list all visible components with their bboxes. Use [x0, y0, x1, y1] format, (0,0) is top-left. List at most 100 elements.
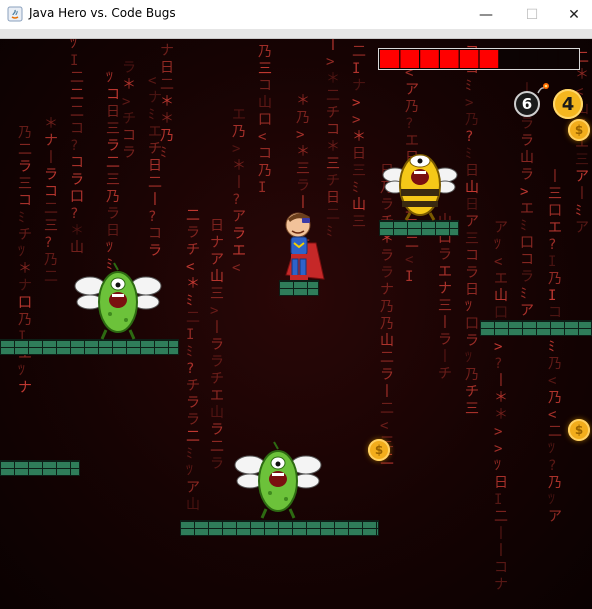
- svg-text:I: I: [70, 53, 78, 69]
- svg-text:ﾐ: ﾐ: [18, 210, 25, 226]
- svg-text:ラ: ラ: [438, 332, 452, 348]
- svg-text:>: >: [122, 94, 130, 110]
- svg-text:ラ: ラ: [520, 167, 534, 183]
- svg-text:ラ: ラ: [296, 178, 310, 194]
- svg-text:>: >: [494, 339, 502, 355]
- maximize-button[interactable]: ☐: [509, 0, 555, 29]
- svg-text:ﾐ: ﾐ: [352, 180, 359, 196]
- svg-text:乃: 乃: [296, 110, 310, 126]
- svg-text:?: ?: [70, 206, 78, 222]
- platform: [180, 520, 379, 536]
- svg-text:山: 山: [258, 95, 272, 111]
- svg-text:日: 日: [106, 104, 120, 120]
- svg-text:ラ: ラ: [70, 172, 84, 188]
- svg-text:ラ: ラ: [380, 248, 394, 264]
- svg-text:エ: エ: [210, 388, 224, 404]
- svg-text:口: 口: [494, 305, 508, 321]
- svg-text:ナ: ナ: [210, 235, 224, 251]
- svg-text:ラ: ラ: [210, 422, 224, 438]
- svg-text:山: 山: [494, 288, 508, 304]
- window-frame-strip: [0, 29, 592, 39]
- svg-text:ﾂ: ﾂ: [548, 441, 555, 457]
- svg-text:山: 山: [520, 150, 534, 166]
- svg-text:丨: 丨: [326, 39, 340, 53]
- svg-text:エ: エ: [438, 264, 452, 280]
- svg-text:日: 日: [210, 218, 224, 234]
- svg-text:ラ: ラ: [122, 60, 136, 76]
- svg-text:チ: チ: [18, 227, 32, 243]
- green-bug-enemy: [74, 262, 162, 340]
- svg-text:ラ: ラ: [520, 133, 534, 149]
- svg-text:ﾐ: ﾐ: [186, 446, 193, 462]
- svg-text:ﾂ: ﾂ: [106, 240, 113, 256]
- svg-text:乃: 乃: [18, 125, 32, 141]
- svg-text:乃: 乃: [548, 475, 562, 491]
- svg-text:日: 日: [352, 146, 366, 162]
- svg-text:ナ: ナ: [380, 282, 394, 298]
- svg-text:＊: ＊: [326, 139, 340, 155]
- game-canvas[interactable]: 乃二ラ三コﾐチﾂ＊ナ口乃Iエﾂナ＊ナ丨ラコ二三?乃二ﾂI二二二コ?コラ口?＊山ﾂ…: [0, 39, 592, 609]
- close-button[interactable]: ✕: [551, 0, 592, 29]
- svg-text:<: <: [548, 373, 556, 389]
- svg-text:ラ: ラ: [18, 159, 32, 175]
- svg-text:丨: 丨: [494, 526, 508, 542]
- svg-text:I: I: [548, 288, 556, 304]
- svg-text:丨: 丨: [548, 169, 562, 185]
- svg-text:コ: コ: [326, 122, 340, 138]
- coin: $: [568, 419, 590, 441]
- svg-text:<: <: [494, 254, 502, 270]
- svg-text:二: 二: [380, 350, 394, 366]
- svg-text:ﾂ: ﾂ: [18, 363, 25, 379]
- svg-text:口: 口: [465, 316, 479, 332]
- svg-text:乃: 乃: [232, 124, 246, 140]
- svg-text:I: I: [494, 492, 502, 508]
- svg-text:?: ?: [465, 129, 473, 145]
- minimize-button[interactable]: —: [463, 0, 509, 29]
- svg-text:ﾂ: ﾂ: [70, 39, 77, 52]
- svg-text:>: >: [210, 303, 218, 319]
- svg-text:?: ?: [70, 138, 78, 154]
- svg-text:ﾂ: ﾂ: [465, 299, 472, 315]
- svg-text:ﾂ: ﾂ: [465, 350, 472, 366]
- svg-text:口: 口: [258, 112, 272, 128]
- svg-text:日: 日: [160, 60, 174, 76]
- svg-text:<: <: [380, 418, 388, 434]
- svg-text:ナ: ナ: [18, 278, 32, 294]
- svg-text:ラ: ラ: [186, 225, 200, 241]
- svg-text:ﾐ: ﾐ: [575, 203, 582, 219]
- svg-text:＊: ＊: [352, 129, 366, 145]
- svg-text:二: 二: [106, 155, 120, 171]
- svg-text:二: 二: [44, 201, 58, 217]
- svg-text:三: 三: [18, 176, 32, 192]
- svg-text:三: 三: [44, 218, 58, 234]
- svg-text:山: 山: [210, 269, 224, 285]
- svg-text:>: >: [232, 141, 240, 157]
- svg-text:コ: コ: [122, 128, 136, 144]
- svg-text:ラ: ラ: [210, 337, 224, 353]
- svg-text:山: 山: [380, 333, 394, 349]
- svg-text:二: 二: [380, 401, 394, 417]
- svg-text:ﾐ: ﾐ: [148, 107, 155, 123]
- svg-text:?: ?: [232, 192, 240, 208]
- svg-text:ﾐ: ﾐ: [160, 145, 167, 161]
- svg-text:<: <: [186, 259, 194, 275]
- svg-text:コ: コ: [258, 146, 272, 162]
- svg-text:山: 山: [210, 405, 224, 421]
- svg-text:日: 日: [494, 475, 508, 491]
- svg-text:二: 二: [186, 208, 200, 224]
- svg-text:乃: 乃: [548, 271, 562, 287]
- java-app-icon: [7, 6, 23, 22]
- svg-text:乃: 乃: [44, 252, 58, 268]
- svg-text:丨: 丨: [575, 186, 589, 202]
- svg-text:ア: ア: [548, 509, 562, 525]
- svg-text:二: 二: [186, 310, 200, 326]
- svg-text:丨: 丨: [232, 175, 246, 191]
- svg-text:エ: エ: [232, 107, 246, 123]
- platform: [0, 460, 80, 476]
- svg-text:ラ: ラ: [186, 412, 200, 428]
- svg-text:口: 口: [520, 235, 534, 251]
- java-hero-player: [285, 212, 325, 280]
- svg-text:＊: ＊: [296, 93, 310, 109]
- health-bar-segments: [399, 50, 559, 68]
- svg-text:三: 三: [438, 298, 452, 314]
